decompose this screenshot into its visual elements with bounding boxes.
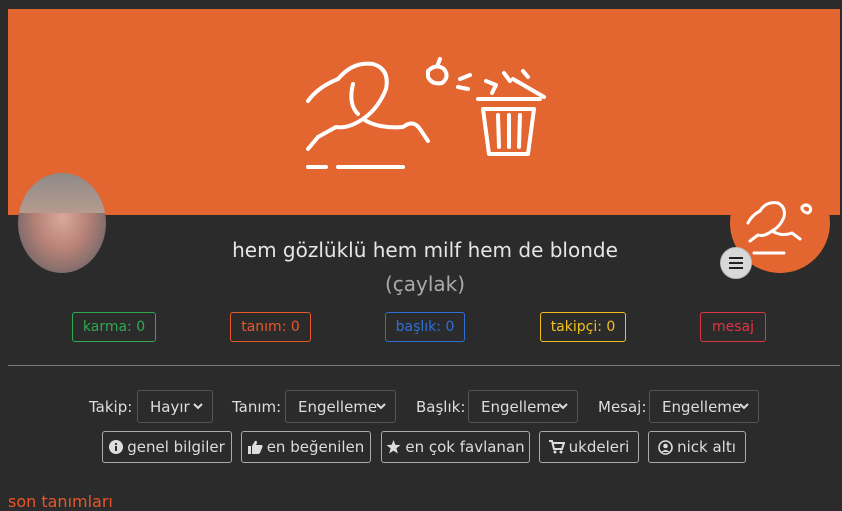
info-circle-icon (109, 440, 124, 454)
en-cok-favlanan-label: en çok favlanan (405, 438, 525, 456)
baslik-select-value: Engelleme (481, 397, 561, 416)
en-begenilen-button[interactable]: en beğenilen (241, 431, 371, 463)
baslik-count-badge[interactable]: başlık: 0 (385, 312, 465, 342)
profile-rank: (çaylak) (384, 272, 466, 296)
ukdeleri-button[interactable]: ukdeleri (539, 431, 639, 463)
tanim-count-badge[interactable]: tanım: 0 (230, 312, 311, 342)
chevron-down-icon (739, 403, 749, 410)
user-circle-icon (658, 439, 673, 455)
baslik-label: Başlık: (416, 398, 466, 416)
en-begenilen-label: en beğenilen (266, 438, 365, 456)
takipci-count-badge[interactable]: takipçi: 0 (540, 312, 626, 342)
tanim-label: Tanım: (232, 398, 282, 416)
tanim-select[interactable]: Engelleme (285, 390, 396, 423)
karma-badge[interactable]: karma: 0 (72, 312, 156, 342)
mesaj-select[interactable]: Engelleme (649, 390, 759, 423)
takip-label: Takip: (89, 398, 133, 416)
nick-alti-button[interactable]: nick altı (648, 431, 746, 463)
profile-nick: hem gözlüklü hem milf hem de blonde (232, 238, 618, 262)
tanim-select-value: Engelleme (298, 397, 378, 416)
chevron-down-icon (376, 403, 386, 410)
nick-alti-label: nick altı (677, 438, 736, 456)
chevron-down-icon (193, 403, 203, 410)
genel-bilgiler-label: genel bilgiler (127, 438, 225, 456)
mesaj-button[interactable]: mesaj (700, 312, 766, 342)
banner-trash-illustration (306, 57, 546, 169)
mesaj-label: Mesaj: (598, 398, 647, 416)
son-tanimlari-heading: son tanımları (8, 492, 113, 511)
thumbs-up-icon (247, 440, 263, 454)
profile-banner (8, 9, 840, 215)
cart-icon (548, 440, 565, 454)
ukdeleri-label: ukdeleri (568, 438, 630, 456)
mesaj-select-value: Engelleme (662, 397, 742, 416)
takip-select[interactable]: Hayır (137, 390, 213, 423)
chevron-down-icon (558, 403, 568, 410)
genel-bilgiler-button[interactable]: genel bilgiler (102, 431, 232, 463)
baslik-select[interactable]: Engelleme (468, 390, 578, 423)
en-cok-favlanan-button[interactable]: en çok favlanan (381, 431, 530, 463)
takip-select-value: Hayır (150, 397, 190, 416)
divider (8, 365, 840, 366)
star-icon (386, 440, 401, 454)
avatar-hair (18, 173, 106, 213)
